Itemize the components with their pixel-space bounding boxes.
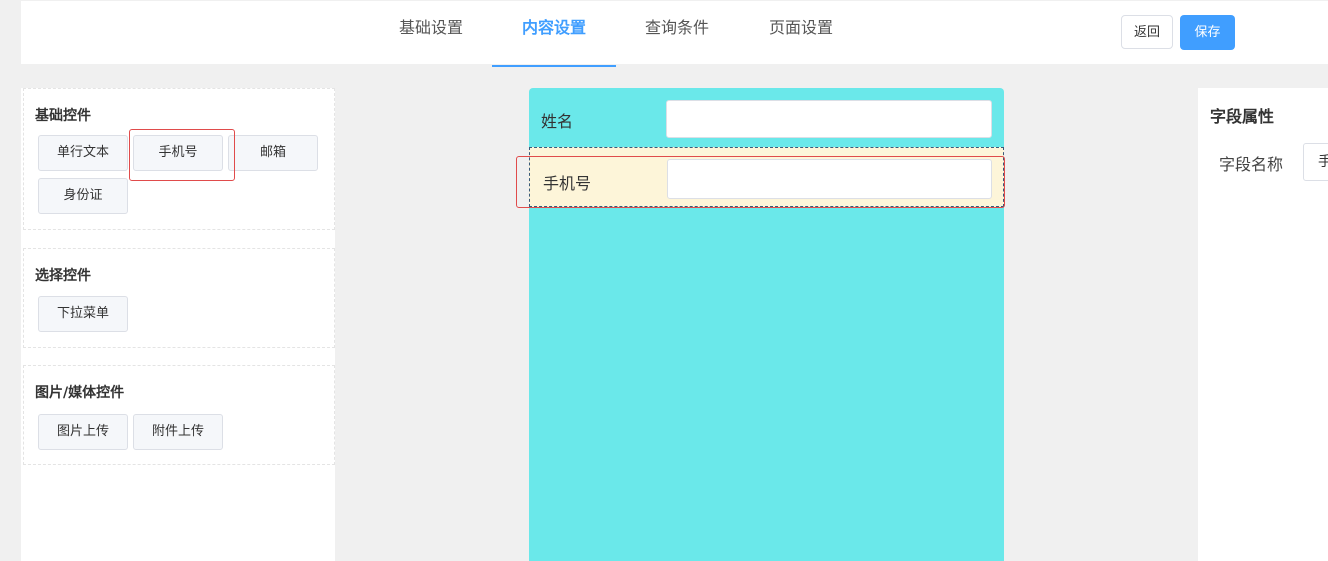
- group-title: 基础控件: [35, 108, 91, 124]
- top-header: 基础设置 内容设置 查询条件 页面设置 返回 保存: [21, 1, 1328, 67]
- control-attachment-upload[interactable]: 附件上传: [133, 414, 223, 450]
- field-label: 姓名: [541, 112, 574, 131]
- group-title: 图片/媒体控件: [35, 385, 125, 401]
- control-image-upload[interactable]: 图片上传: [38, 414, 128, 450]
- form-field-name[interactable]: 姓名: [529, 88, 1004, 148]
- basic-controls-group: 基础控件 单行文本 手机号 邮箱 身份证: [23, 88, 335, 230]
- field-label: 手机号: [543, 174, 592, 193]
- field-name-label: 字段名称: [1219, 155, 1284, 174]
- field-input[interactable]: [666, 100, 992, 138]
- tab-basic-settings[interactable]: 基础设置: [397, 1, 465, 65]
- control-phone[interactable]: 手机号: [133, 135, 223, 171]
- back-button[interactable]: 返回: [1121, 15, 1173, 49]
- tab-page-settings[interactable]: 页面设置: [767, 1, 835, 65]
- field-name-input[interactable]: 手机号: [1303, 143, 1328, 181]
- control-single-line-text[interactable]: 单行文本: [38, 135, 128, 171]
- select-controls-group: 选择控件 下拉菜单: [23, 248, 335, 348]
- tab-query-conditions[interactable]: 查询条件: [643, 1, 711, 65]
- control-email[interactable]: 邮箱: [228, 135, 318, 171]
- control-palette: 基础控件 单行文本 手机号 邮箱 身份证 选择控件 下拉菜单 图片/媒体控件 图…: [21, 88, 335, 561]
- group-title: 选择控件: [35, 268, 91, 284]
- form-field-phone[interactable]: 手机号: [529, 147, 1004, 207]
- field-input[interactable]: [667, 159, 992, 199]
- properties-title: 字段属性: [1210, 107, 1275, 126]
- properties-panel: 字段属性 字段名称 手机号: [1198, 88, 1328, 561]
- save-button[interactable]: 保存: [1180, 15, 1235, 50]
- control-id-card[interactable]: 身份证: [38, 178, 128, 214]
- media-controls-group: 图片/媒体控件 图片上传 附件上传: [23, 365, 335, 465]
- tab-content-settings[interactable]: 内容设置: [492, 1, 616, 67]
- control-dropdown[interactable]: 下拉菜单: [38, 296, 128, 332]
- form-canvas[interactable]: 姓名 手机号: [529, 88, 1004, 561]
